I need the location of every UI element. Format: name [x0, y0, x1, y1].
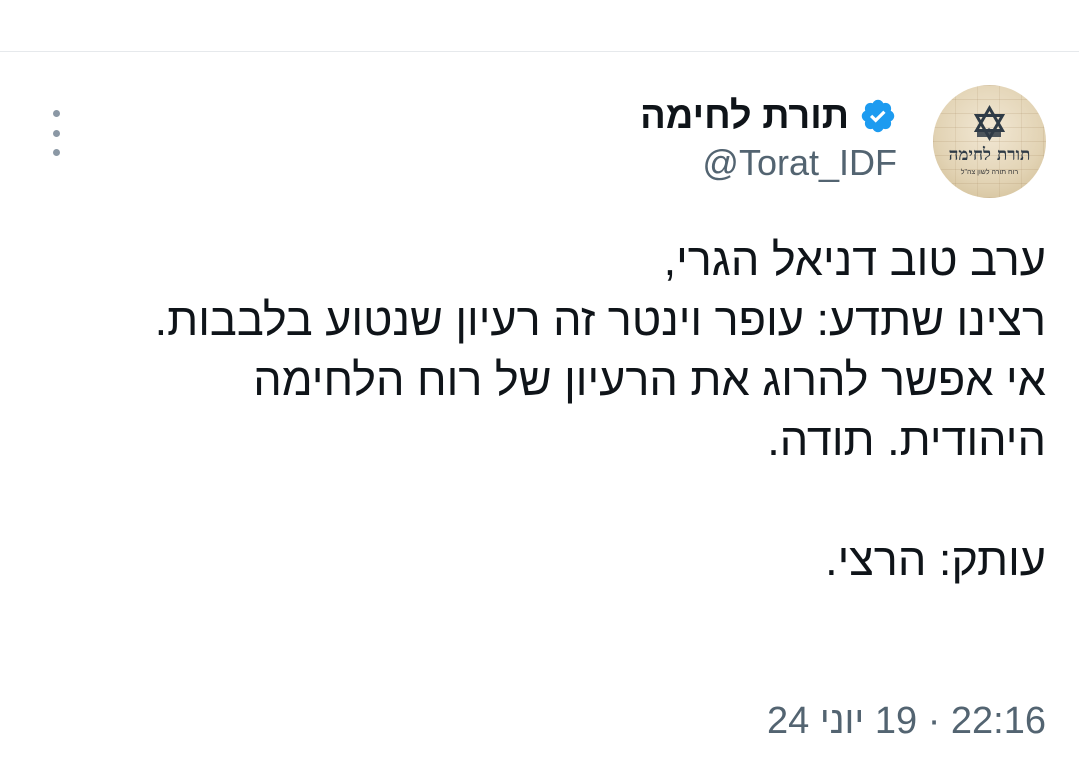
avatar-logo-subtext: רוח תורה לשון צה"ל [960, 169, 1019, 176]
tweet-text: ערב טוב דניאל הגרי, רצינו שתדע: עופר וינ… [36, 230, 1046, 590]
verified-badge-icon[interactable] [859, 97, 897, 135]
author-display-name[interactable]: תורת לחימה [640, 96, 849, 136]
more-vertical-icon-dot [52, 149, 60, 156]
star-of-david-icon [973, 105, 1006, 141]
tweet-date: 19 יוני 24 [767, 700, 918, 742]
more-vertical-icon-dot [52, 129, 60, 137]
tweet-text-line: ערב טוב דניאל הגרי, [663, 234, 1046, 285]
more-options-button[interactable] [40, 110, 72, 156]
tweet-text-line: רצינו שתדע: עופר וינטר זה רעיון שנטוע בל… [154, 294, 1046, 345]
tweet-text-line: היהודית. תודה. [767, 414, 1046, 465]
tweet-time: 22:16 [950, 700, 1046, 742]
author-name-row: תורת לחימה [640, 96, 897, 136]
avatar[interactable]: תורת לחימה רוח תורה לשון צה"ל [933, 85, 1046, 198]
timestamp-separator: · [927, 700, 941, 742]
more-vertical-icon [52, 110, 60, 117]
author-handle[interactable]: @Torat_IDF [702, 142, 897, 184]
tweet-text-line: עותק: הרצי. [825, 534, 1046, 585]
avatar-logo-text: תורת לחימה [948, 145, 1031, 165]
tweet-text-line: אי אפשר להרוג את הרעיון של רוח הלחימה [253, 354, 1046, 405]
tweet-timestamp[interactable]: 22:16 · 19 יוני 24 [767, 700, 1046, 743]
tweet: תורת לחימה רוח תורה לשון צה"ל תורת לחימה… [0, 0, 1079, 773]
